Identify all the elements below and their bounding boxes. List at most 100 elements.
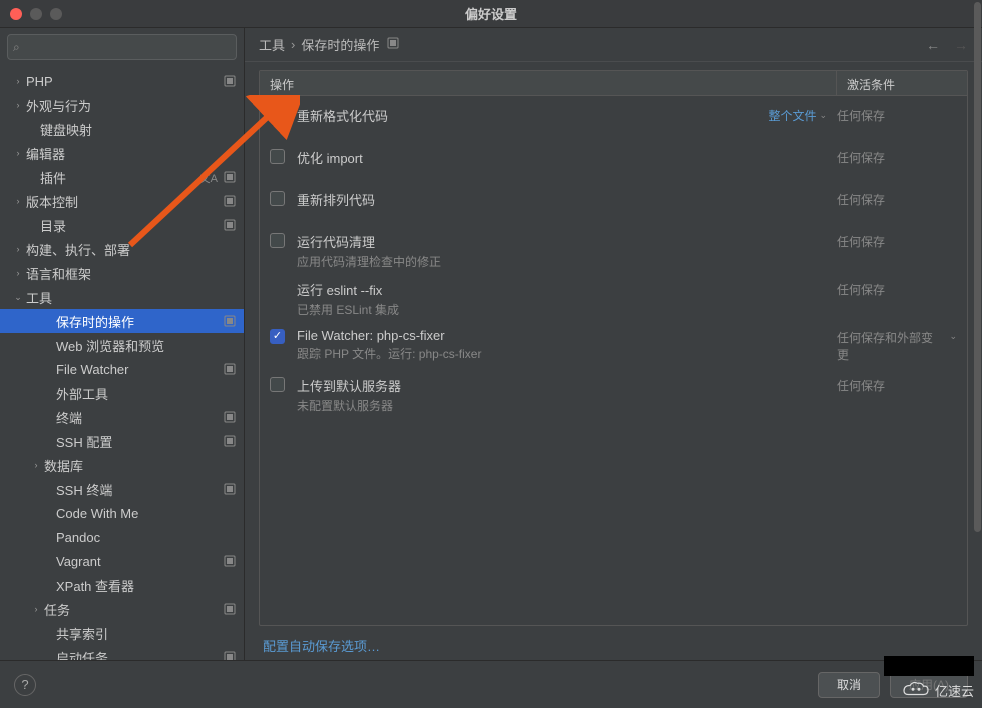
sidebar-item[interactable]: 终端 [0, 405, 244, 429]
action-row[interactable]: 重新排列代码任何保存 [260, 180, 967, 222]
sidebar-item-label: 构建、执行、部署 [26, 240, 130, 259]
project-badge-icon [387, 37, 399, 52]
action-checkbox[interactable] [270, 233, 285, 248]
action-sublabel: 应用代码清理检查中的修正 [297, 253, 441, 270]
sidebar-item[interactable]: ›任务 [0, 597, 244, 621]
sidebar-item[interactable]: 插件文A [0, 165, 244, 189]
sidebar-item[interactable]: 启动任务 [0, 645, 244, 660]
project-badge-icon [224, 435, 236, 447]
action-checkbox[interactable] [270, 377, 285, 392]
sidebar-item[interactable]: 共享索引 [0, 621, 244, 645]
sidebar-item-label: 共享索引 [56, 624, 108, 643]
breadcrumb-sep: › [291, 37, 295, 52]
project-badge-icon [224, 75, 236, 87]
settings-tree[interactable]: ›PHP›外观与行为键盘映射›编辑器插件文A›版本控制目录›构建、执行、部署›语… [0, 66, 244, 660]
action-row[interactable]: 运行代码清理应用代码清理检查中的修正任何保存 [260, 222, 967, 270]
close-window-icon[interactable] [10, 8, 22, 20]
cancel-button[interactable]: 取消 [818, 672, 880, 698]
help-button[interactable]: ? [14, 674, 36, 696]
sidebar-item[interactable]: ›PHP [0, 69, 244, 93]
sidebar-item[interactable]: 保存时的操作 [0, 309, 244, 333]
chevron-icon: › [12, 148, 24, 158]
action-sublabel: 跟踪 PHP 文件。运行: php-cs-fixer [297, 345, 481, 362]
sidebar-item[interactable]: Web 浏览器和预览 [0, 333, 244, 357]
sidebar-item[interactable]: XPath 查看器 [0, 573, 244, 597]
action-checkbox[interactable] [270, 191, 285, 206]
sidebar-item[interactable]: ›编辑器 [0, 141, 244, 165]
sidebar-item-label: 外观与行为 [26, 96, 91, 115]
action-row[interactable]: 优化 import任何保存 [260, 138, 967, 180]
sidebar-item[interactable]: Pandoc [0, 525, 244, 549]
sidebar-item[interactable]: File Watcher [0, 357, 244, 381]
search-input[interactable] [7, 34, 237, 60]
redaction-overlay [884, 656, 974, 676]
sidebar-item-label: Vagrant [56, 554, 101, 569]
action-row[interactable]: 重新格式化代码整个文件 ⌄任何保存 [260, 96, 967, 138]
sidebar-item[interactable]: ›数据库 [0, 453, 244, 477]
scope-dropdown[interactable]: 整个文件 ⌄ [768, 106, 827, 125]
chevron-icon: › [30, 460, 42, 470]
activation-condition: 任何保存 [837, 149, 885, 166]
sidebar-item-label: SSH 终端 [56, 480, 112, 499]
sidebar-item-label: 外部工具 [56, 384, 108, 403]
watermark: 亿速云 [901, 680, 974, 700]
sidebar-item[interactable]: Vagrant [0, 549, 244, 573]
sidebar-item[interactable]: 目录 [0, 213, 244, 237]
settings-sidebar: ⌕ ›PHP›外观与行为键盘映射›编辑器插件文A›版本控制目录›构建、执行、部署… [0, 28, 245, 660]
chevron-icon: › [12, 268, 24, 278]
action-label: 上传到默认服务器 [297, 376, 401, 395]
sidebar-item-label: XPath 查看器 [56, 576, 134, 595]
sidebar-item-label: 启动任务 [56, 648, 108, 661]
sidebar-item-label: 键盘映射 [40, 120, 92, 139]
sidebar-item[interactable]: ⌄工具 [0, 285, 244, 309]
project-badge-icon [224, 219, 236, 231]
action-sublabel: 未配置默认服务器 [297, 397, 401, 414]
sidebar-item-label: 插件 [40, 168, 66, 187]
sidebar-item-label: Web 浏览器和预览 [56, 336, 164, 355]
actions-table: 操作 激活条件 重新格式化代码整个文件 ⌄任何保存优化 import任何保存重新… [259, 70, 968, 626]
chevron-icon: › [12, 100, 24, 110]
sidebar-item[interactable]: SSH 配置 [0, 429, 244, 453]
sidebar-item-label: 语言和框架 [26, 264, 91, 283]
sidebar-item-label: PHP [26, 74, 53, 89]
nav-forward-icon: → [954, 37, 968, 53]
breadcrumb: 工具 › 保存时的操作 ← → [245, 28, 982, 62]
action-row[interactable]: 运行 eslint --fix已禁用 ESLint 集成任何保存 [260, 270, 967, 318]
breadcrumb-root[interactable]: 工具 [259, 35, 285, 54]
chevron-down-icon: ⌄ [949, 331, 957, 342]
sidebar-item[interactable]: ›语言和框架 [0, 261, 244, 285]
project-badge-icon [224, 555, 236, 567]
action-row[interactable]: File Watcher: php-cs-fixer跟踪 PHP 文件。运行: … [260, 318, 967, 366]
action-label: 运行 eslint --fix [297, 280, 399, 299]
action-checkbox[interactable] [270, 107, 285, 122]
nav-back-icon[interactable]: ← [926, 37, 940, 53]
sidebar-item-label: 任务 [44, 600, 70, 619]
project-badge-icon [224, 483, 236, 495]
action-row[interactable]: 上传到默认服务器未配置默认服务器 任何保存 [260, 366, 967, 414]
action-checkbox[interactable] [270, 329, 285, 344]
sidebar-item[interactable]: 键盘映射 [0, 117, 244, 141]
activation-condition: 任何保存 [837, 377, 885, 394]
chevron-icon: › [12, 196, 24, 206]
minimize-window-icon[interactable] [30, 8, 42, 20]
maximize-window-icon[interactable] [50, 8, 62, 20]
sidebar-item-label: 版本控制 [26, 192, 78, 211]
col-header-action: 操作 [260, 71, 837, 95]
action-label: 重新排列代码 [297, 190, 375, 209]
sidebar-item-label: File Watcher [56, 362, 128, 377]
sidebar-item[interactable]: ›构建、执行、部署 [0, 237, 244, 261]
sidebar-item[interactable]: 外部工具 [0, 381, 244, 405]
activation-condition[interactable]: 任何保存和外部变更 [837, 329, 941, 363]
sidebar-item[interactable]: ›版本控制 [0, 189, 244, 213]
action-checkbox[interactable] [270, 149, 285, 164]
sidebar-item-label: Code With Me [56, 506, 138, 521]
configure-autosave-link[interactable]: 配置自动保存选项… [245, 626, 982, 655]
sidebar-item-label: SSH 配置 [56, 432, 112, 451]
sidebar-item[interactable]: ›外观与行为 [0, 93, 244, 117]
sidebar-item-label: 编辑器 [26, 144, 65, 163]
chevron-icon: › [12, 244, 24, 254]
sidebar-item[interactable]: Code With Me [0, 501, 244, 525]
project-badge-icon [224, 363, 236, 375]
window-controls [0, 8, 62, 20]
sidebar-item[interactable]: SSH 终端 [0, 477, 244, 501]
